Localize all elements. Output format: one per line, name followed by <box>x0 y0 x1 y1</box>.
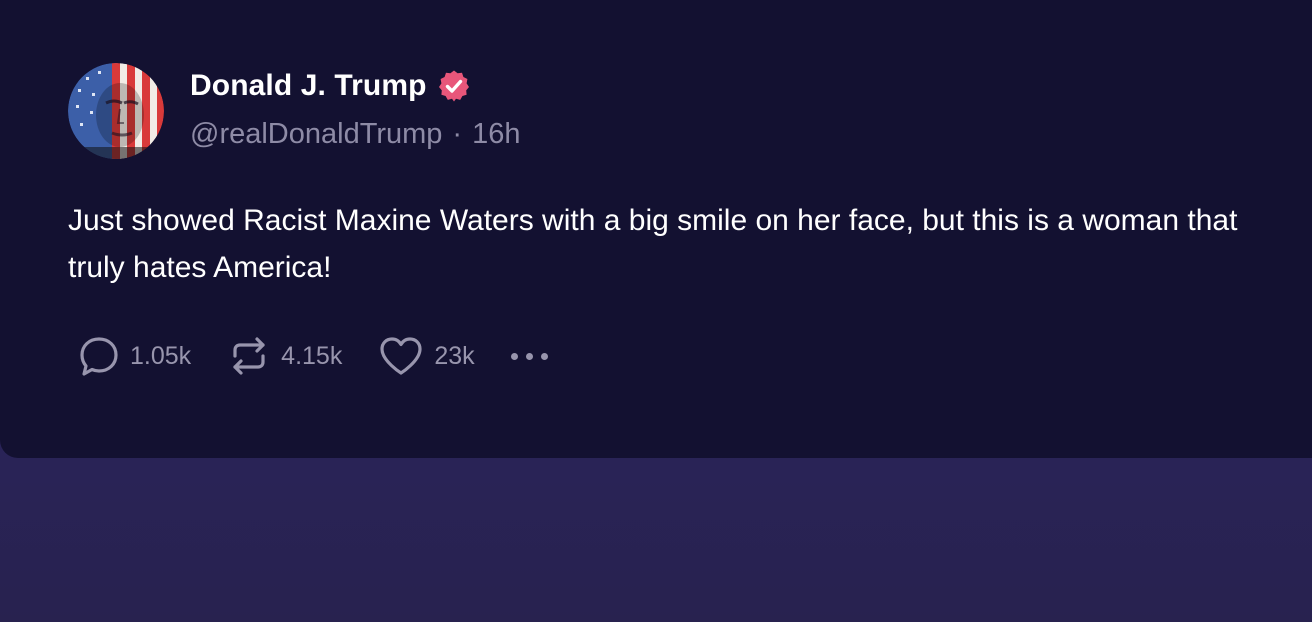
more-options-button[interactable] <box>510 334 548 378</box>
more-options-icon <box>510 352 518 360</box>
author-name-row: Donald J. Trump <box>190 66 471 106</box>
flag-portrait-avatar-icon <box>68 63 164 159</box>
verified-badge-icon <box>437 69 471 103</box>
more-options-dot <box>525 352 533 360</box>
post-actions-bar: 1.05k 4.15k 23k <box>78 334 548 378</box>
like-count: 23k <box>434 341 475 370</box>
like-button[interactable]: 23k <box>378 334 475 378</box>
repost-count: 4.15k <box>281 341 343 370</box>
avatar[interactable] <box>68 63 164 159</box>
author-meta: @realDonaldTrump · 16h <box>190 118 520 151</box>
post-timestamp[interactable]: 16h <box>472 118 520 151</box>
repost-icon <box>233 337 265 375</box>
author-display-name[interactable]: Donald J. Trump <box>190 69 427 103</box>
reply-icon <box>80 337 118 376</box>
reply-count: 1.05k <box>130 341 192 370</box>
more-options-dot <box>540 352 548 360</box>
post-card: Donald J. Trump @realDonaldTrump · 16h J… <box>0 0 1312 458</box>
meta-separator: · <box>452 118 463 150</box>
author-handle[interactable]: @realDonaldTrump <box>190 118 442 151</box>
heart-icon <box>380 337 422 375</box>
repost-button[interactable]: 4.15k <box>227 334 342 378</box>
post-body-text: Just showed Racist Maxine Waters with a … <box>68 204 1238 284</box>
reply-button[interactable]: 1.05k <box>78 334 191 378</box>
